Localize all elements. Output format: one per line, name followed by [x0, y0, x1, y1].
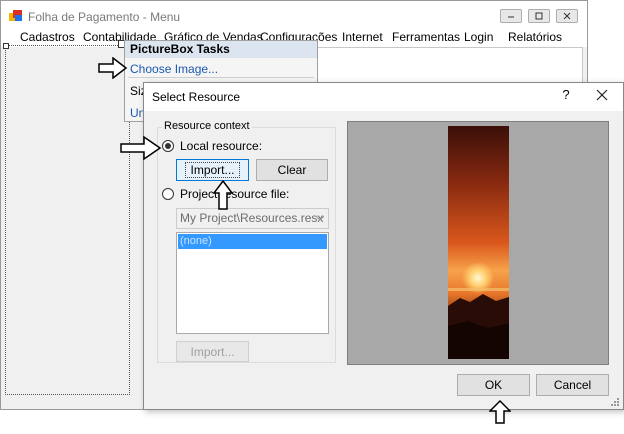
close-icon: [563, 12, 571, 20]
menu-internet[interactable]: Internet: [342, 30, 383, 44]
dialog-close-button[interactable]: [593, 86, 611, 104]
close-button[interactable]: [556, 9, 578, 23]
cancel-button[interactable]: Cancel: [536, 374, 609, 396]
project-resource-label[interactable]: Project resource file:: [180, 187, 289, 201]
minimize-button[interactable]: [500, 9, 522, 23]
project-import-button[interactable]: Import...: [176, 341, 249, 362]
sunset-image: [448, 126, 509, 359]
ok-button[interactable]: OK: [457, 374, 530, 396]
list-item[interactable]: (none): [180, 235, 212, 247]
local-resource-label[interactable]: Local resource:: [180, 139, 262, 153]
radio-selected-dot: [165, 143, 171, 149]
import-button-label: Import...: [185, 162, 240, 178]
arrow-up-icon: [213, 180, 233, 210]
menu-cadastros[interactable]: Cadastros: [20, 30, 75, 44]
left-panel[interactable]: [5, 45, 130, 395]
clear-button[interactable]: Clear: [256, 159, 328, 181]
maximize-button[interactable]: [528, 9, 550, 23]
menu-login[interactable]: Login: [464, 30, 493, 44]
arrow-right-icon: [120, 136, 162, 160]
window-title: Folha de Pagamento - Menu: [28, 10, 181, 24]
resource-context-label: Resource context: [162, 120, 252, 132]
import-button[interactable]: Import...: [176, 159, 249, 181]
tasks-title: PictureBox Tasks: [130, 42, 230, 56]
menu-ferramentas[interactable]: Ferramentas: [392, 30, 460, 44]
project-resource-radio[interactable]: [162, 188, 174, 200]
maximize-icon: [535, 12, 543, 20]
menu-relatorios[interactable]: Relatórios: [508, 30, 562, 44]
app-icon: [9, 10, 23, 22]
dialog-title: Select Resource: [152, 90, 241, 104]
resize-grip-icon[interactable]: [610, 396, 620, 406]
close-icon: [596, 89, 608, 101]
choose-image-link[interactable]: Choose Image...: [130, 62, 218, 76]
arrow-up-icon: [489, 400, 511, 424]
tasks-divider: [128, 77, 314, 78]
arrow-right-icon: [98, 57, 128, 79]
combo-value: My Project\Resources.resx: [180, 211, 324, 225]
minimize-icon: [508, 16, 514, 18]
selection-handle[interactable]: [3, 43, 9, 49]
help-button[interactable]: ?: [557, 86, 575, 104]
chevron-down-icon: [314, 212, 326, 224]
